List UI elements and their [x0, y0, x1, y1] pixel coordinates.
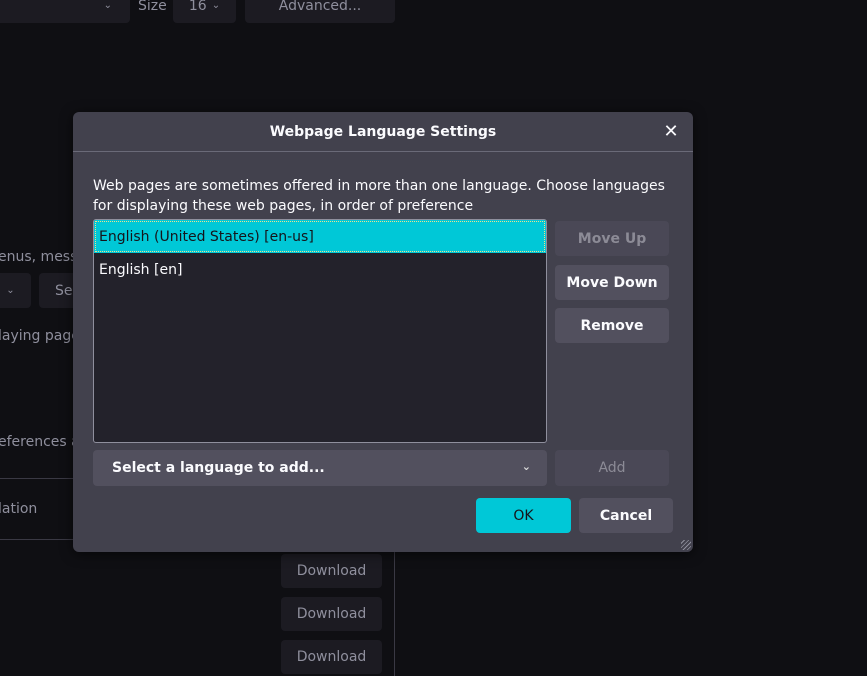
download-button[interactable]: Download [281, 554, 382, 588]
size-label: Size [138, 0, 167, 14]
close-icon[interactable]: ✕ [661, 122, 681, 142]
language-item[interactable]: English (United States) [en-us] [94, 220, 546, 253]
language-dropdown[interactable]: ⌄ [0, 273, 31, 308]
chevron-down-icon: ⌄ [211, 0, 221, 11]
size-dropdown[interactable]: 16 ⌄ [173, 0, 236, 23]
cancel-button[interactable]: Cancel [579, 498, 673, 533]
dialog-title: Webpage Language Settings [73, 112, 693, 152]
add-button[interactable]: Add [555, 450, 669, 486]
font-dropdown[interactable]: ⌄ [0, 0, 130, 23]
download-button[interactable]: Download [281, 597, 382, 631]
translation-text: lation [0, 501, 38, 517]
dialog-description: Web pages are sometimes offered in more … [93, 178, 665, 214]
resize-grip-icon[interactable] [681, 540, 691, 550]
move-down-button[interactable]: Move Down [555, 265, 669, 300]
ok-button[interactable]: OK [476, 498, 571, 533]
divider [0, 478, 80, 479]
displaying-text: laying page [0, 328, 80, 344]
language-item[interactable]: English [en] [94, 253, 546, 286]
vertical-divider [394, 540, 395, 676]
chevron-down-icon: ⌄ [6, 285, 15, 296]
chevron-down-icon: ⌄ [521, 460, 531, 473]
chevron-down-icon: ⌄ [103, 0, 112, 11]
move-up-button[interactable]: Move Up [555, 221, 669, 256]
advanced-button[interactable]: Advanced... [245, 0, 395, 23]
download-button[interactable]: Download [281, 640, 382, 674]
language-select[interactable]: Select a language to add... ⌄ [93, 450, 547, 486]
language-list[interactable]: English (United States) [en-us] English … [93, 219, 547, 443]
preferences-text: eferences a [0, 434, 80, 450]
remove-button[interactable]: Remove [555, 308, 669, 343]
webpage-language-dialog: Webpage Language Settings ✕ Web pages ar… [73, 112, 693, 552]
